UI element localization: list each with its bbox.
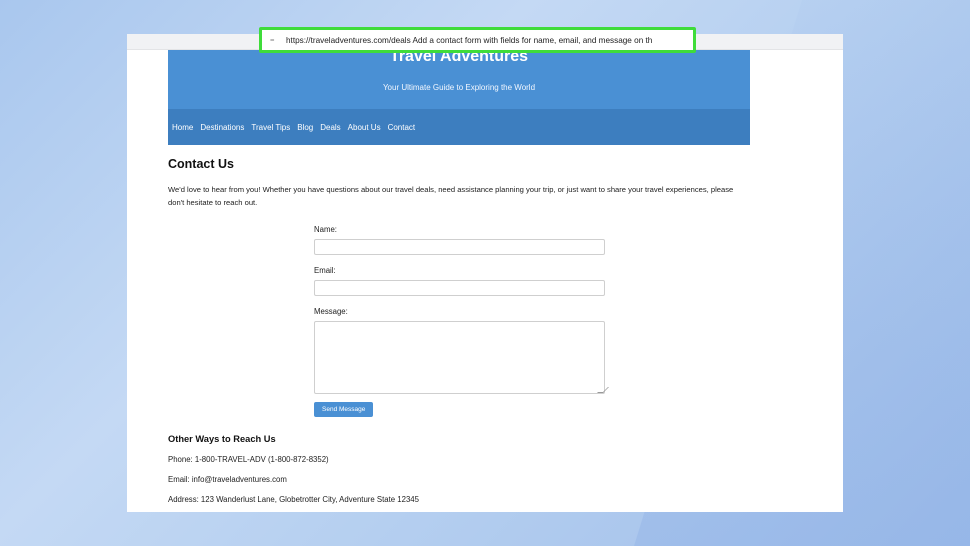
site-subtitle: Your Ultimate Guide to Exploring the Wor… — [382, 83, 536, 92]
contact-section: Contact Us We'd love to hear from you! W… — [168, 145, 750, 504]
site-header: Travel Adventures Your Ultimate Guide to… — [168, 48, 750, 109]
browser-window: Travel Adventures Your Ultimate Guide to… — [127, 34, 843, 512]
message-field[interactable] — [314, 321, 605, 394]
email-label: Email: — [314, 266, 336, 275]
name-label: Name: — [314, 225, 337, 234]
email-info: Email: info@traveladventures.com — [168, 475, 287, 484]
address-info: Address: 123 Wanderlust Lane, Globetrott… — [168, 495, 419, 504]
nav-destinations[interactable]: Destinations — [200, 123, 244, 132]
other-ways-heading: Other Ways to Reach Us — [168, 434, 276, 444]
message-label: Message: — [314, 307, 348, 316]
send-message-button[interactable]: Send Message — [314, 402, 374, 417]
message-field-wrapper — [314, 321, 609, 394]
phone-info: Phone: 1-800-TRAVEL-ADV (1-800-872-8352) — [168, 455, 329, 464]
contact-form: Name: Email: Message: Send Message — [314, 225, 609, 417]
contact-intro: We'd love to hear from you! Whether you … — [168, 185, 734, 207]
email-field[interactable] — [314, 280, 605, 296]
nav-contact[interactable]: Contact — [388, 123, 416, 132]
website: Travel Adventures Your Ultimate Guide to… — [168, 48, 750, 504]
name-field[interactable] — [314, 239, 605, 255]
tune-icon[interactable]: ⚌ — [270, 37, 284, 43]
address-bar-highlight[interactable]: ⚌ https://traveladventures.com/deals Add… — [259, 27, 696, 53]
nav-travel-tips[interactable]: Travel Tips — [251, 123, 290, 132]
nav-home[interactable]: Home — [172, 123, 193, 132]
nav-blog[interactable]: Blog — [297, 123, 313, 132]
main-nav: Home Destinations Travel Tips Blog Deals… — [168, 109, 750, 145]
page-title: Contact Us — [168, 157, 234, 171]
address-bar-text[interactable]: https://traveladventures.com/deals Add a… — [286, 36, 652, 45]
nav-deals[interactable]: Deals — [320, 123, 340, 132]
nav-about-us[interactable]: About Us — [348, 123, 381, 132]
